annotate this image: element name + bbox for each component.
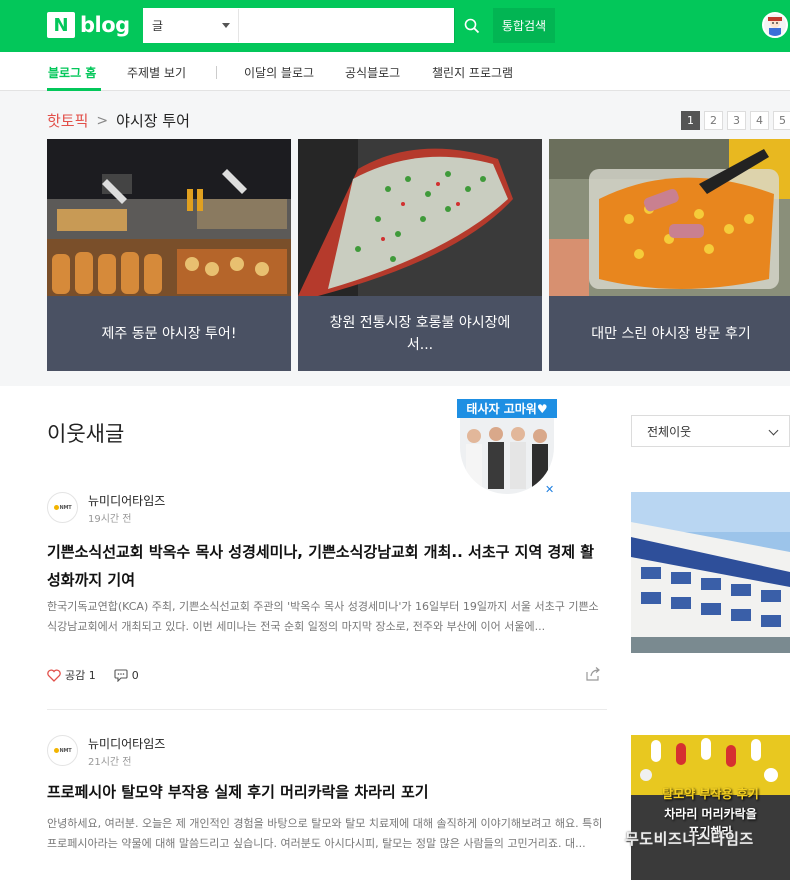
- main-nav: 블로그 홈 주제별 보기 이달의 블로그 공식블로그 챌린지 프로그램: [0, 52, 790, 91]
- hot-topic-card-3[interactable]: 대만 스린 야시장 방문 후기: [549, 139, 790, 371]
- watermark-text: 무도비즈니스타임즈: [625, 830, 754, 848]
- post-excerpt[interactable]: 한국기독교연합(KCA) 주최, 기쁜소식선교회 주관의 '박옥수 목사 성경세…: [47, 597, 607, 637]
- author-avatar[interactable]: NMT: [47, 735, 78, 766]
- hot-topic-card-2[interactable]: 창원 전통시장 호롱불 야시장에서...: [298, 139, 542, 371]
- search-icon: [464, 18, 479, 33]
- logo-dot: [53, 505, 59, 510]
- blog-logo-text: blog: [80, 13, 130, 37]
- ad-close-icon[interactable]: ✕: [545, 483, 554, 496]
- author-name[interactable]: 뉴미디어타임즈: [88, 735, 165, 752]
- like-button[interactable]: 공감 1: [47, 667, 96, 683]
- post-actions: 공감 1 0: [47, 667, 139, 683]
- ad-banner-text: 태사자 고마워♥: [457, 399, 557, 418]
- search-type-label: 글: [152, 19, 164, 33]
- post-thumbnail-building[interactable]: [631, 492, 790, 653]
- search-type-select[interactable]: 글: [144, 9, 239, 42]
- nav-item-challenge[interactable]: 챌린지 프로그램: [432, 64, 513, 81]
- page-button-5[interactable]: 5: [773, 111, 790, 130]
- share-icon[interactable]: [585, 666, 601, 682]
- post-time: 19시간 전: [88, 514, 132, 525]
- author-logo-text: NMT: [59, 747, 72, 754]
- card-image-fish-dish: [298, 139, 542, 296]
- nav-item-blog-home[interactable]: 블로그 홈: [48, 64, 96, 81]
- hot-topic-title: 야시장 투어: [116, 112, 190, 130]
- user-avatar[interactable]: [762, 12, 788, 38]
- heart-icon: [47, 668, 61, 682]
- author-avatar[interactable]: NMT: [47, 492, 78, 523]
- post-thumbnail-hair-loss[interactable]: 탈모약 부작용 후기 차라리 머리카락을 포기해라: [631, 735, 790, 880]
- comment-count: 0: [131, 668, 139, 682]
- card-caption: 창원 전통시장 호롱불 야시장에서...: [298, 296, 542, 371]
- hot-topic-card-1[interactable]: 제주 동문 야시장 투어!: [47, 139, 291, 371]
- post-title[interactable]: 기쁜소식선교회 박옥수 목사 성경세미나, 기쁜소식강남교회 개최.. 서초구 …: [47, 538, 607, 594]
- thumbnail-text-1: 탈모약 부작용 후기: [662, 787, 759, 801]
- chevron-right-icon: >: [96, 112, 109, 129]
- nav-item-monthly-blog[interactable]: 이달의 블로그: [244, 64, 314, 81]
- filter-label: 전체이웃: [647, 424, 692, 439]
- post-title[interactable]: 프로페시아 탈모약 부작용 실제 후기 머리카락을 차라리 포기: [47, 778, 607, 806]
- comment-icon: [114, 668, 128, 682]
- post-excerpt[interactable]: 안녕하세요, 여러분. 오늘은 제 개인적인 경험을 바탕으로 탈모와 탈모 치…: [47, 814, 607, 854]
- page-button-1[interactable]: 1: [681, 111, 700, 130]
- chevron-down-icon: [768, 425, 779, 436]
- total-search-button[interactable]: 통합검색: [493, 8, 555, 43]
- naver-logo-mark: N: [47, 12, 75, 38]
- post-divider: [47, 709, 607, 710]
- caret-down-icon: [222, 23, 230, 28]
- thumbnail-text-2: 차라리 머리카락을: [664, 807, 757, 821]
- card-caption: 제주 동문 야시장 투어!: [47, 296, 291, 371]
- hot-topic-heading[interactable]: 핫토픽 > 야시장 투어: [47, 110, 190, 131]
- like-count: 1: [88, 668, 96, 682]
- search-button[interactable]: [454, 8, 488, 43]
- card-caption: 대만 스린 야시장 방문 후기: [549, 296, 790, 371]
- search-input[interactable]: [240, 9, 453, 42]
- nav-item-topics[interactable]: 주제별 보기: [127, 64, 186, 81]
- page-button-3[interactable]: 3: [727, 111, 746, 130]
- search-box: 글: [143, 8, 454, 43]
- author-logo-text: NMT: [59, 504, 72, 511]
- nav-divider: [216, 66, 217, 79]
- naver-blog-logo[interactable]: N blog: [47, 12, 130, 38]
- ad-banner[interactable]: 태사자 고마워♥ ✕: [457, 399, 557, 496]
- page-button-4[interactable]: 4: [750, 111, 769, 130]
- logo-dot: [53, 748, 59, 753]
- neighbor-filter-select[interactable]: 전체이웃: [631, 415, 790, 447]
- page-button-2[interactable]: 2: [704, 111, 723, 130]
- card-image-cheese-corn: [549, 139, 790, 296]
- post-time: 21시간 전: [88, 757, 132, 768]
- card-image-night-market-food: [47, 139, 291, 296]
- like-label: 공감: [65, 669, 86, 682]
- author-name[interactable]: 뉴미디어타임즈: [88, 492, 165, 509]
- ad-image-group-photo: [460, 418, 554, 494]
- section-title-neighbor-posts: 이웃새글: [47, 422, 125, 446]
- nav-item-official-blog[interactable]: 공식블로그: [345, 64, 400, 81]
- comment-button[interactable]: 0: [114, 669, 139, 682]
- hot-topic-section: 핫토픽 > 야시장 투어 1 2 3 4 5 제주 동문 야시장 투어! 창원 …: [0, 91, 790, 386]
- top-header: N blog 글 통합검색: [0, 0, 790, 52]
- hot-topic-pager: 1 2 3 4 5: [681, 111, 790, 130]
- hot-topic-label: 핫토픽: [47, 112, 89, 130]
